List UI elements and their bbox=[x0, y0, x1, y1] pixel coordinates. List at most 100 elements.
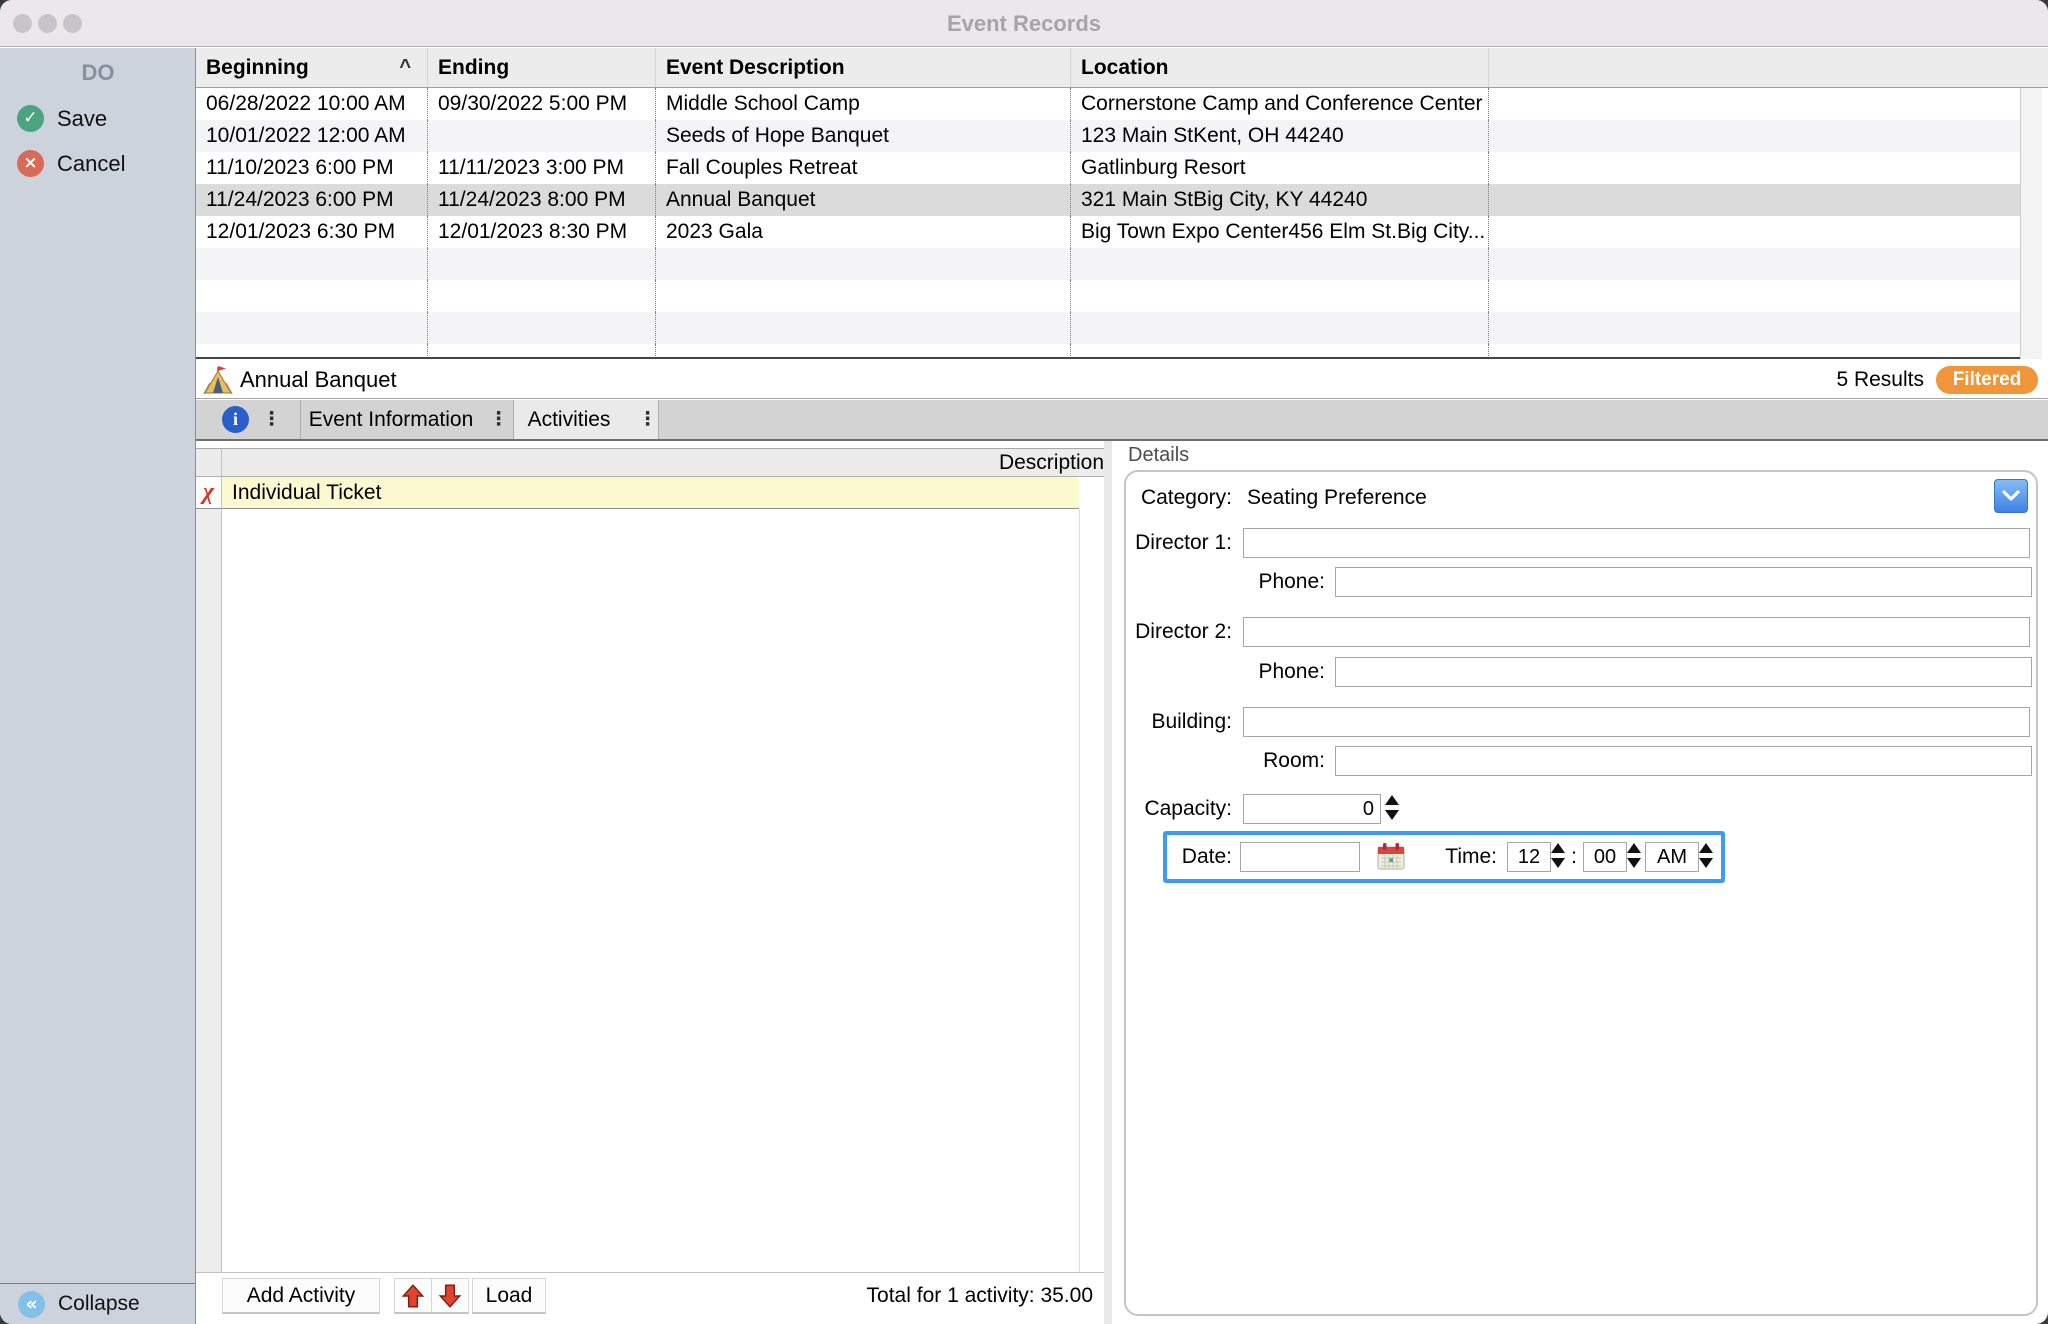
cell-description: Fall Couples Retreat bbox=[656, 152, 1071, 184]
column-header-ending[interactable]: Ending bbox=[428, 48, 656, 87]
event-records-window: Event Records DO ✓ Save × Cancel « Colla… bbox=[0, 0, 2048, 1324]
room-input[interactable] bbox=[1335, 746, 2032, 776]
check-icon: ✓ bbox=[17, 105, 44, 132]
time-minute-input[interactable] bbox=[1583, 842, 1627, 872]
panel-splitter[interactable] bbox=[1104, 441, 1112, 1324]
time-meridiem-input[interactable] bbox=[1645, 842, 1699, 872]
cell-location: Big Town Expo Center456 Elm St.Big City.… bbox=[1071, 216, 1489, 248]
menu-dots-icon[interactable]: ⋮ bbox=[489, 400, 508, 439]
cell-ending: 12/01/2023 8:30 PM bbox=[428, 216, 656, 248]
results-count: 5 Results bbox=[1836, 368, 1924, 391]
load-button[interactable]: Load bbox=[472, 1278, 546, 1314]
tab-event-information[interactable]: Event Information bbox=[301, 400, 481, 439]
activity-row[interactable]: Individual Ticket bbox=[222, 477, 1079, 509]
room-label: Room: bbox=[1263, 749, 1325, 772]
hour-stepper[interactable] bbox=[1551, 843, 1565, 868]
category-dropdown-button[interactable] bbox=[1994, 479, 2028, 513]
capacity-stepper[interactable] bbox=[1385, 795, 1399, 820]
step-up-icon bbox=[1385, 795, 1399, 805]
details-panel-title: Details bbox=[1128, 444, 1190, 466]
tab-activities[interactable]: Activities bbox=[514, 400, 624, 439]
cell-ending: 11/24/2023 8:00 PM bbox=[428, 184, 656, 216]
table-row-empty bbox=[196, 248, 2020, 280]
sort-ascending-icon: ^ bbox=[399, 56, 411, 78]
cell-description: Seeds of Hope Banquet bbox=[656, 120, 1071, 152]
chevron-down-icon bbox=[2002, 490, 2020, 501]
cell-beginning: 11/24/2023 6:00 PM bbox=[196, 184, 428, 216]
menu-dots-icon[interactable]: ⋮ bbox=[638, 400, 657, 439]
table-row-empty bbox=[196, 344, 2020, 357]
column-header-beginning[interactable]: Beginning ^ bbox=[196, 48, 428, 87]
director2-input[interactable] bbox=[1243, 617, 2030, 647]
sidebar-header: DO bbox=[81, 60, 115, 85]
activities-gutter bbox=[196, 448, 222, 1272]
double-left-chevron-icon: « bbox=[18, 1291, 45, 1318]
collapse-button-label: Collapse bbox=[58, 1292, 140, 1315]
cell-location: Gatlinburg Resort bbox=[1071, 152, 1489, 184]
capacity-label: Capacity: bbox=[1144, 797, 1232, 820]
cell-description: Annual Banquet bbox=[656, 184, 1071, 216]
cell-beginning: 11/10/2023 6:00 PM bbox=[196, 152, 428, 184]
cell-description: 2023 Gala bbox=[656, 216, 1071, 248]
cell-location: Cornerstone Camp and Conference Center bbox=[1071, 88, 1489, 120]
event-table: 06/28/2022 10:00 AM 09/30/2022 5:00 PM M… bbox=[196, 88, 2020, 359]
date-label: Date: bbox=[1181, 845, 1232, 868]
date-input[interactable] bbox=[1240, 842, 1360, 872]
add-activity-button[interactable]: Add Activity bbox=[222, 1278, 380, 1314]
phone1-label: Phone: bbox=[1258, 570, 1325, 593]
save-button-label: Save bbox=[57, 106, 108, 131]
time-label: Time: bbox=[1445, 845, 1497, 868]
red-up-arrow-icon bbox=[401, 1283, 425, 1308]
delete-activity-button[interactable]: χ bbox=[196, 477, 222, 509]
record-title: Annual Banquet bbox=[240, 367, 397, 392]
table-header: Beginning ^ Ending Event Description Loc… bbox=[196, 48, 2048, 88]
phone2-input[interactable] bbox=[1335, 657, 2032, 687]
activities-total: Total for 1 activity: 35.00 bbox=[866, 1284, 1093, 1307]
table-row-empty bbox=[196, 312, 2020, 344]
cell-beginning: 06/28/2022 10:00 AM bbox=[196, 88, 428, 120]
director2-label: Director 2: bbox=[1135, 620, 1232, 643]
table-row[interactable]: 12/01/2023 6:30 PM 12/01/2023 8:30 PM 20… bbox=[196, 216, 2020, 248]
gutter-header-cell bbox=[196, 448, 222, 477]
time-separator: : bbox=[1571, 845, 1577, 868]
cell-ending: 11/11/2023 3:00 PM bbox=[428, 152, 656, 184]
table-row[interactable]: 10/01/2022 12:00 AM Seeds of Hope Banque… bbox=[196, 120, 2020, 152]
building-input[interactable] bbox=[1243, 707, 2030, 737]
sidebar bbox=[0, 48, 196, 1324]
category-value: Seating Preference bbox=[1247, 486, 1427, 509]
table-row[interactable]: 06/28/2022 10:00 AM 09/30/2022 5:00 PM M… bbox=[196, 88, 2020, 120]
cancel-button-label: Cancel bbox=[57, 151, 126, 176]
category-label: Category: bbox=[1140, 486, 1232, 509]
table-scrollbar[interactable] bbox=[2020, 88, 2042, 359]
cell-description: Middle School Camp bbox=[656, 88, 1071, 120]
minute-stepper[interactable] bbox=[1627, 843, 1641, 868]
time-hour-input[interactable] bbox=[1507, 842, 1551, 872]
column-header-location[interactable]: Location bbox=[1071, 48, 1489, 87]
cell-location: 321 Main StBig City, KY 44240 bbox=[1071, 184, 1489, 216]
collapse-button[interactable]: « Collapse bbox=[0, 1283, 195, 1324]
menu-dots-icon[interactable]: ⋮ bbox=[262, 400, 281, 439]
cell-beginning: 10/01/2022 12:00 AM bbox=[196, 120, 428, 152]
cell-ending bbox=[428, 120, 656, 152]
filtered-badge[interactable]: Filtered bbox=[1936, 366, 2038, 394]
phone1-input[interactable] bbox=[1335, 567, 2032, 597]
capacity-input[interactable] bbox=[1243, 794, 1381, 824]
step-down-icon bbox=[1385, 810, 1399, 820]
director1-label: Director 1: bbox=[1135, 531, 1232, 554]
director1-input[interactable] bbox=[1243, 528, 2030, 558]
move-down-button[interactable] bbox=[431, 1278, 469, 1314]
table-row[interactable]: 11/10/2023 6:00 PM 11/11/2023 3:00 PM Fa… bbox=[196, 152, 2020, 184]
info-icon[interactable]: i bbox=[222, 406, 249, 433]
cell-location: 123 Main StKent, OH 44240 bbox=[1071, 120, 1489, 152]
phone2-label: Phone: bbox=[1258, 660, 1325, 683]
description-column-header[interactable]: Description bbox=[222, 448, 1104, 477]
cell-beginning: 12/01/2023 6:30 PM bbox=[196, 216, 428, 248]
cut-icon: χ bbox=[202, 479, 215, 505]
column-header-event-description[interactable]: Event Description bbox=[656, 48, 1071, 87]
red-down-arrow-icon bbox=[438, 1283, 462, 1308]
meridiem-stepper[interactable] bbox=[1699, 843, 1713, 868]
column-header-empty bbox=[1489, 48, 2020, 87]
table-row-selected[interactable]: 11/24/2023 6:00 PM 11/24/2023 8:00 PM An… bbox=[196, 184, 2020, 216]
x-icon: × bbox=[17, 150, 44, 177]
move-up-button[interactable] bbox=[394, 1278, 432, 1314]
